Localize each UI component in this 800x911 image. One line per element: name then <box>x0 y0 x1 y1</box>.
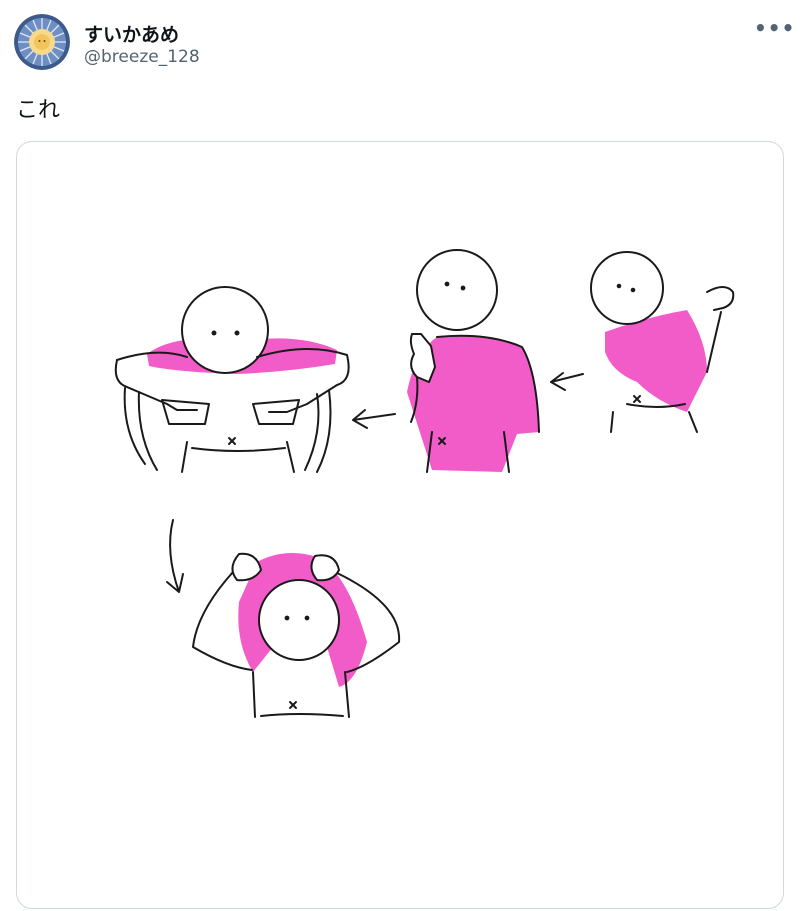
sun-dial-avatar-icon <box>14 14 70 70</box>
tweet-image[interactable] <box>16 141 784 909</box>
display-name[interactable]: すいかあめ <box>84 20 179 47</box>
arrow-left-icon <box>550 372 584 391</box>
arrow-down-icon <box>166 519 184 593</box>
scarf-steps-illustration <box>114 249 735 718</box>
figure-step-2 <box>407 249 540 473</box>
figure-step-4 <box>192 552 401 718</box>
avatar[interactable] <box>14 14 70 70</box>
tweet-text: これ <box>16 98 61 123</box>
figure-step-3 <box>114 286 350 473</box>
more-dots-icon[interactable]: ••• <box>754 18 794 46</box>
figure-step-1 <box>590 251 735 433</box>
user-handle[interactable]: @breeze_128 <box>84 47 200 67</box>
tweet-header: すいかあめ @breeze_128 ••• <box>14 14 794 74</box>
arrow-left-icon <box>352 409 396 429</box>
